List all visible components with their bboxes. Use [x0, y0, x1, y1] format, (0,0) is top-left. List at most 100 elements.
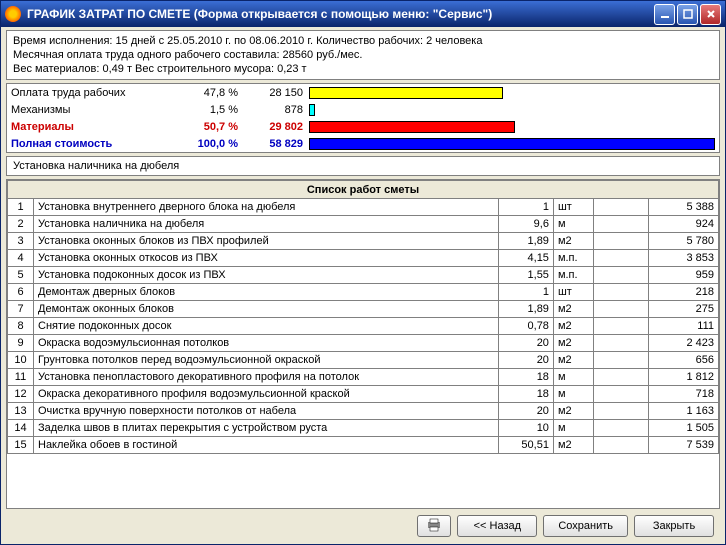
maximize-button[interactable] [677, 4, 698, 25]
row-cost: 718 [648, 386, 718, 403]
row-index: 6 [8, 284, 34, 301]
table-row[interactable]: 9Окраска водоэмульсионная потолков20м22 … [8, 335, 719, 352]
row-unit: м [553, 216, 593, 233]
bar-value: 29 802 [242, 118, 307, 135]
table-row[interactable]: 6Демонтаж дверных блоков1шт218 [8, 284, 719, 301]
row-qty: 18 [498, 369, 553, 386]
row-cost: 218 [648, 284, 718, 301]
bar-label: Материалы [7, 118, 182, 135]
bar-row-labor: Оплата труда рабочих 47,8 % 28 150 [7, 84, 719, 101]
row-unit: м2 [553, 233, 593, 250]
row-index: 15 [8, 437, 34, 454]
table-row[interactable]: 13Очистка вручную поверхности потолков о… [8, 403, 719, 420]
row-extra [593, 216, 648, 233]
table-row[interactable]: 3Установка оконных блоков из ПВХ профиле… [8, 233, 719, 250]
row-cost: 3 853 [648, 250, 718, 267]
jobs-grid[interactable]: Список работ сметы 1Установка внутреннег… [6, 179, 720, 509]
row-cost: 959 [648, 267, 718, 284]
row-unit: м.п. [553, 267, 593, 284]
current-job-text: Установка наличника на дюбеля [13, 160, 179, 172]
minimize-button[interactable] [654, 4, 675, 25]
table-row[interactable]: 15Наклейка обоев в гостиной50,51м27 539 [8, 437, 719, 454]
table-row[interactable]: 8Снятие подоконных досок0,78м2111 [8, 318, 719, 335]
row-extra [593, 420, 648, 437]
row-extra [593, 318, 648, 335]
row-index: 8 [8, 318, 34, 335]
row-jobname: Установка оконных блоков из ПВХ профилей [34, 233, 499, 250]
row-cost: 5 780 [648, 233, 718, 250]
summary-line-weight: Вес материалов: 0,49 т Вес строительного… [13, 62, 713, 76]
row-index: 12 [8, 386, 34, 403]
table-row[interactable]: 2Установка наличника на дюбеля9,6м924 [8, 216, 719, 233]
bar-row-total: Полная стоимость 100,0 % 58 829 [7, 135, 719, 152]
table-row[interactable]: 5Установка подоконных досок из ПВХ1,55м.… [8, 267, 719, 284]
current-job-panel: Установка наличника на дюбеля [6, 156, 720, 176]
row-jobname: Окраска декоративного профиля водоэмульс… [34, 386, 499, 403]
bar-label: Механизмы [7, 101, 182, 118]
bar-percent: 47,8 % [182, 84, 242, 101]
row-qty: 1 [498, 199, 553, 216]
table-row[interactable]: 4Установка оконных откосов из ПВХ4,15м.п… [8, 250, 719, 267]
row-unit: м2 [553, 352, 593, 369]
row-extra [593, 386, 648, 403]
row-qty: 50,51 [498, 437, 553, 454]
bar-value: 28 150 [242, 84, 307, 101]
row-index: 7 [8, 301, 34, 318]
row-cost: 656 [648, 352, 718, 369]
row-qty: 20 [498, 403, 553, 420]
bar-labor [309, 87, 503, 99]
button-bar: << Назад Сохранить Закрыть [6, 509, 720, 539]
grid-header: Список работ сметы [8, 181, 719, 199]
row-jobname: Установка оконных откосов из ПВХ [34, 250, 499, 267]
close-button[interactable]: Закрыть [634, 515, 714, 537]
close-window-button[interactable] [700, 4, 721, 25]
table-row[interactable]: 7Демонтаж оконных блоков1,89м2275 [8, 301, 719, 318]
print-button[interactable] [417, 515, 451, 537]
row-jobname: Заделка швов в плитах перекрытия с устро… [34, 420, 499, 437]
table-row[interactable]: 14Заделка швов в плитах перекрытия с уст… [8, 420, 719, 437]
row-jobname: Демонтаж дверных блоков [34, 284, 499, 301]
title-bar[interactable]: ГРАФИК ЗАТРАТ ПО СМЕТЕ (Форма открываетс… [1, 1, 725, 27]
table-row[interactable]: 11Установка пенопластового декоративного… [8, 369, 719, 386]
row-extra [593, 301, 648, 318]
row-unit: м2 [553, 403, 593, 420]
row-qty: 20 [498, 335, 553, 352]
table-row[interactable]: 12Окраска декоративного профиля водоэмул… [8, 386, 719, 403]
row-cost: 1 505 [648, 420, 718, 437]
row-extra [593, 437, 648, 454]
table-row[interactable]: 10Грунтовка потолков перед водоэмульсион… [8, 352, 719, 369]
row-extra [593, 284, 648, 301]
bar-row-mechanisms: Механизмы 1,5 % 878 [7, 101, 719, 118]
bar-value: 878 [242, 101, 307, 118]
row-index: 4 [8, 250, 34, 267]
row-index: 13 [8, 403, 34, 420]
row-jobname: Установка внутреннего дверного блока на … [34, 199, 499, 216]
bar-materials [309, 121, 515, 133]
row-unit: м2 [553, 301, 593, 318]
row-jobname: Наклейка обоев в гостиной [34, 437, 499, 454]
row-jobname: Демонтаж оконных блоков [34, 301, 499, 318]
row-extra [593, 335, 648, 352]
bar-percent: 100,0 % [182, 135, 242, 152]
row-jobname: Установка подоконных досок из ПВХ [34, 267, 499, 284]
bar-total [309, 138, 715, 150]
window-title: ГРАФИК ЗАТРАТ ПО СМЕТЕ (Форма открываетс… [27, 7, 654, 21]
row-extra [593, 250, 648, 267]
row-index: 1 [8, 199, 34, 216]
row-qty: 1 [498, 284, 553, 301]
row-qty: 1,89 [498, 301, 553, 318]
row-index: 11 [8, 369, 34, 386]
row-index: 5 [8, 267, 34, 284]
save-button[interactable]: Сохранить [543, 515, 628, 537]
summary-line-salary: Месячная оплата труда одного рабочего со… [13, 48, 713, 62]
row-qty: 9,6 [498, 216, 553, 233]
row-qty: 20 [498, 352, 553, 369]
row-unit: м.п. [553, 250, 593, 267]
back-button[interactable]: << Назад [457, 515, 537, 537]
table-row[interactable]: 1Установка внутреннего дверного блока на… [8, 199, 719, 216]
row-extra [593, 403, 648, 420]
bar-label: Полная стоимость [7, 135, 182, 152]
row-cost: 1 163 [648, 403, 718, 420]
row-index: 2 [8, 216, 34, 233]
bar-percent: 50,7 % [182, 118, 242, 135]
